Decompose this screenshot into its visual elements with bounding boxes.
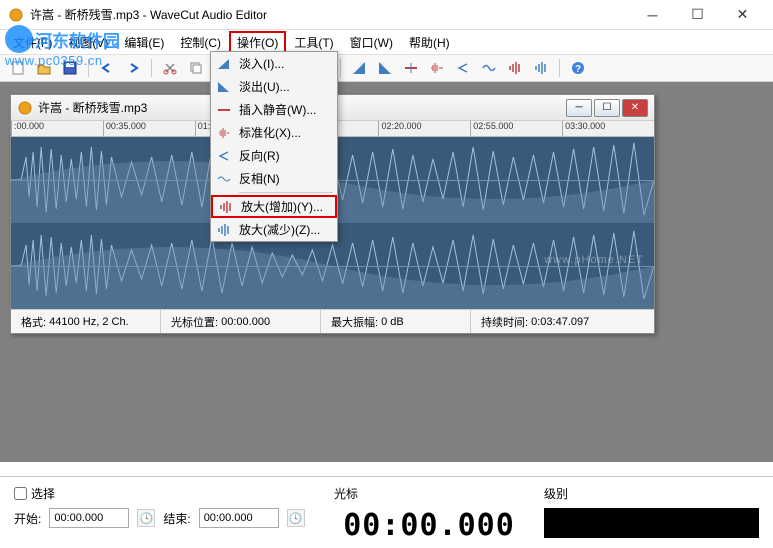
copy-button[interactable] [186, 58, 206, 78]
dd-reverse[interactable]: 反向(R) [211, 144, 337, 167]
minimize-button[interactable]: ─ [630, 1, 675, 29]
start-label: 开始: [14, 510, 41, 527]
level-label: 级别 [544, 485, 568, 502]
doc-status-bar: 格式: 44100 Hz, 2 Ch. 光标位置: 00:00.000 最大振幅… [11, 309, 654, 333]
doc-icon [17, 100, 33, 116]
maximize-button[interactable]: ☐ [675, 1, 720, 29]
cursor-section-label: 光标 [334, 485, 358, 502]
cursor-time-display: 00:00.000 [343, 508, 515, 543]
dd-amplify-increase[interactable]: 放大(增加)(Y)... [211, 195, 337, 218]
silence-icon[interactable] [401, 58, 421, 78]
app-icon [8, 7, 24, 23]
menu-window[interactable]: 窗口(W) [342, 31, 401, 54]
doc-maximize-button[interactable]: ☐ [594, 99, 620, 117]
wave-watermark: www.pHome.NET [544, 254, 644, 266]
redo-button[interactable] [123, 58, 143, 78]
menu-help[interactable]: 帮助(H) [401, 31, 458, 54]
dd-invert[interactable]: 反相(N) [211, 167, 337, 190]
doc-close-button[interactable]: ✕ [622, 99, 648, 117]
site-watermark: 河东软件园 www.pc0359.cn [5, 25, 120, 68]
start-input[interactable] [49, 508, 129, 528]
level-meter [544, 508, 759, 538]
end-clock-button[interactable]: 🕓 [287, 509, 305, 527]
normalize-icon[interactable] [427, 58, 447, 78]
fadein-icon[interactable] [349, 58, 369, 78]
dd-fadein[interactable]: 淡入(I)... [211, 52, 337, 75]
end-label: 结束: [163, 510, 190, 527]
workspace: 许嵩 - 断桥残雪.mp3 ─ ☐ ✕ :00.000 00:35.000 01… [0, 82, 773, 462]
dd-silence[interactable]: 插入静音(W)... [211, 98, 337, 121]
menu-edit[interactable]: 编辑(E) [116, 31, 172, 54]
end-input[interactable] [199, 508, 279, 528]
dd-fadeout[interactable]: 淡出(U)... [211, 75, 337, 98]
window-title: 许嵩 - 断桥残雪.mp3 - WaveCut Audio Editor [30, 6, 630, 23]
start-clock-button[interactable]: 🕓 [137, 509, 155, 527]
amplify-inc-icon[interactable] [505, 58, 525, 78]
fadeout-icon[interactable] [375, 58, 395, 78]
bottom-panel: 选择 开始: 🕓 结束: 🕓 光标 00:00.000 级别 [0, 476, 773, 548]
cut-button[interactable] [160, 58, 180, 78]
help-button[interactable]: ? [568, 58, 588, 78]
invert-icon[interactable] [479, 58, 499, 78]
dd-normalize[interactable]: 标准化(X)... [211, 121, 337, 144]
svg-text:?: ? [575, 64, 581, 75]
select-checkbox[interactable] [14, 487, 27, 500]
dd-amplify-decrease[interactable]: 放大(减少)(Z)... [211, 218, 337, 241]
close-button[interactable]: ✕ [720, 1, 765, 29]
doc-minimize-button[interactable]: ─ [566, 99, 592, 117]
operation-dropdown: 淡入(I)... 淡出(U)... 插入静音(W)... 标准化(X)... 反… [210, 51, 338, 242]
amplify-dec-icon[interactable] [531, 58, 551, 78]
reverse-icon[interactable] [453, 58, 473, 78]
select-label: 选择 [31, 485, 55, 502]
